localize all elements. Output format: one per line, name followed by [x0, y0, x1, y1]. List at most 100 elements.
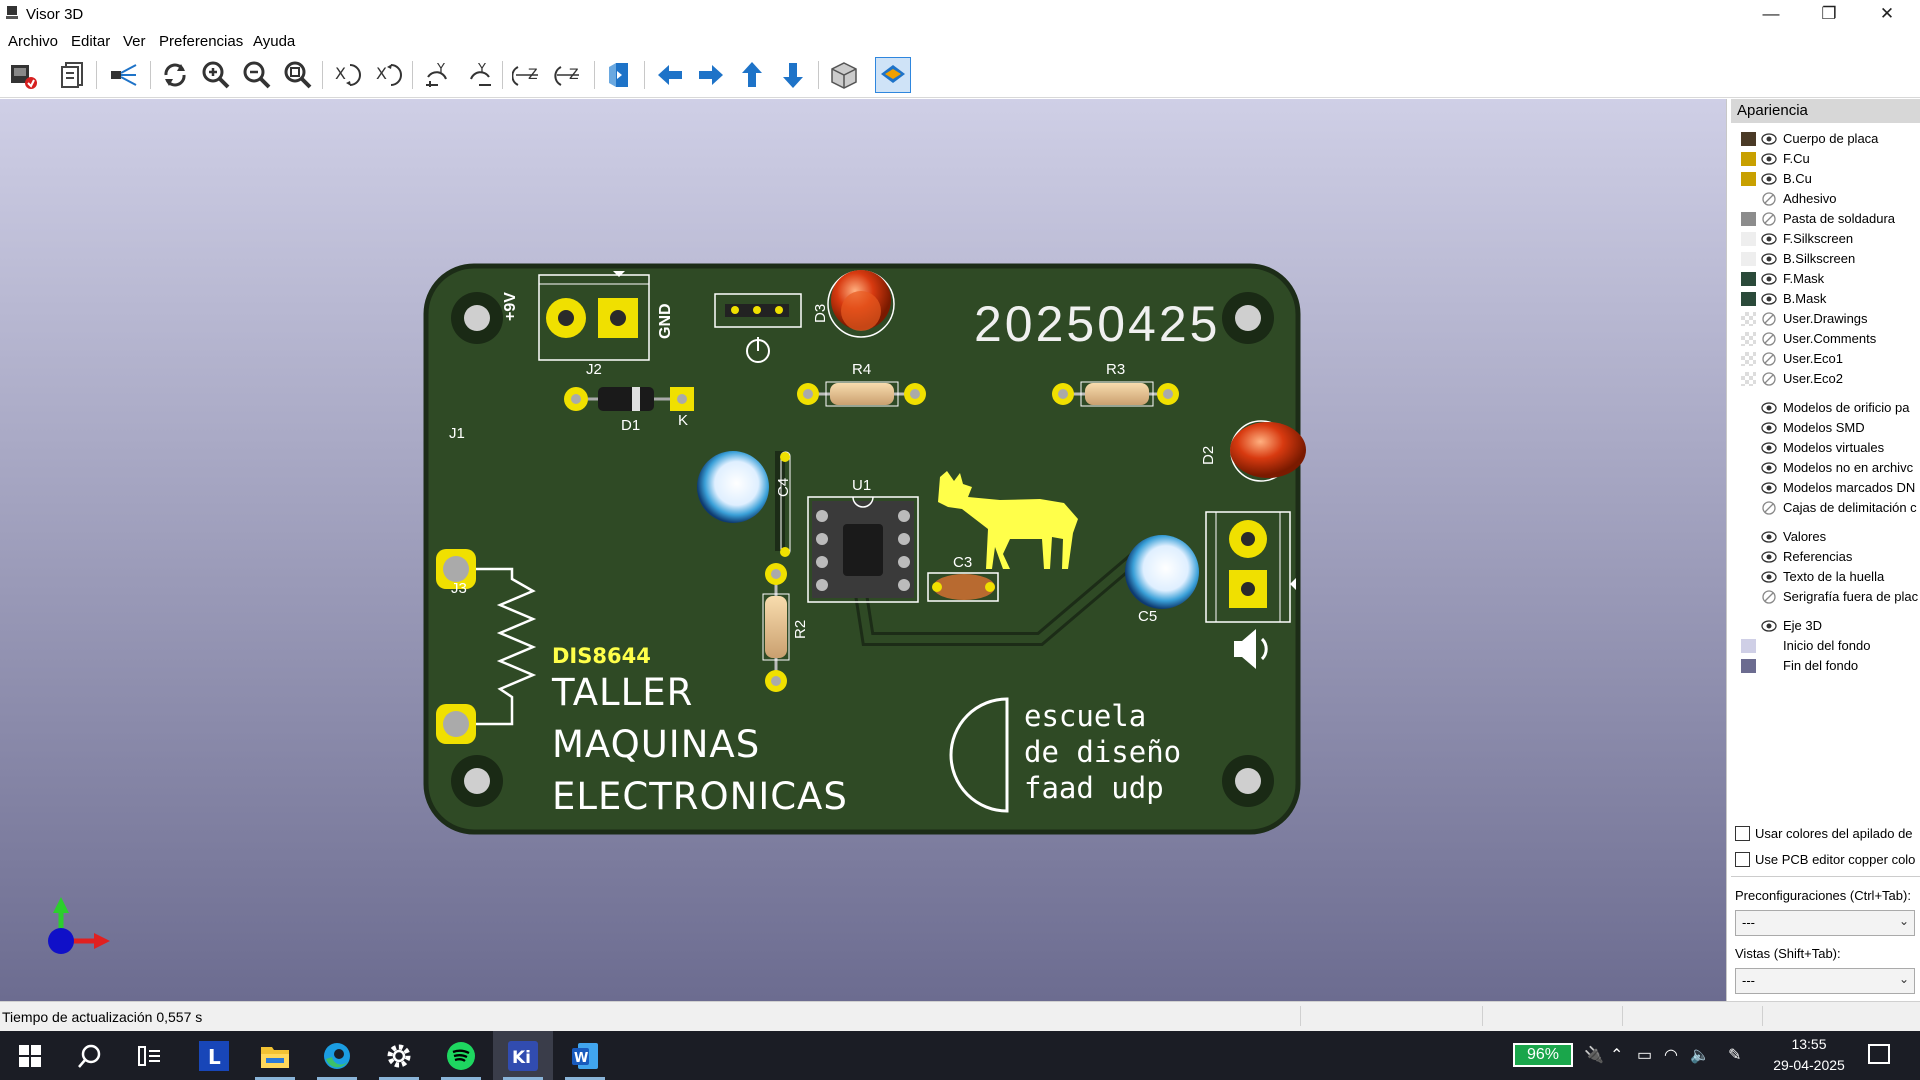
color-swatch[interactable]: [1741, 252, 1756, 266]
color-swatch[interactable]: [1741, 332, 1756, 346]
pen-icon[interactable]: ✎: [1728, 1045, 1741, 1065]
layer-row[interactable]: Fin del fondo: [1727, 656, 1920, 676]
color-swatch[interactable]: [1741, 152, 1756, 166]
menu-ayuda[interactable]: Ayuda: [253, 33, 295, 50]
eye-hidden-icon[interactable]: [1761, 590, 1777, 604]
copy-image-icon[interactable]: [55, 57, 91, 93]
color-swatch[interactable]: [1741, 132, 1756, 146]
eye-icon[interactable]: [1761, 550, 1777, 564]
eye-icon[interactable]: [1761, 252, 1777, 266]
chevron-up-icon[interactable]: ⌃: [1610, 1045, 1623, 1065]
layer-row[interactable]: B.Silkscreen: [1727, 249, 1920, 269]
layer-row[interactable]: User.Drawings: [1727, 309, 1920, 329]
rotate-x-ccw-icon[interactable]: X: [371, 57, 407, 93]
word-icon[interactable]: W: [555, 1031, 615, 1080]
arrow-up-icon[interactable]: [734, 57, 770, 93]
rotate-z-ccw-icon[interactable]: Z: [551, 57, 587, 93]
layer-row[interactable]: Modelos SMD: [1727, 418, 1920, 438]
file-explorer-icon[interactable]: [245, 1031, 305, 1080]
layer-row[interactable]: F.Mask: [1727, 269, 1920, 289]
eye-icon[interactable]: [1761, 421, 1777, 435]
camera-icon[interactable]: [106, 57, 142, 93]
rotate-z-cw-icon[interactable]: Z: [510, 57, 546, 93]
battery-icon[interactable]: ▭: [1637, 1045, 1652, 1065]
color-swatch[interactable]: [1741, 372, 1756, 386]
layer-row[interactable]: Texto de la huella: [1727, 567, 1920, 587]
rotate-y-ccw-icon[interactable]: Y: [461, 57, 497, 93]
eye-icon[interactable]: [1761, 481, 1777, 495]
zoom-fit-icon[interactable]: [280, 57, 316, 93]
arrow-left-icon[interactable]: [652, 57, 688, 93]
color-swatch[interactable]: [1741, 352, 1756, 366]
eye-hidden-icon[interactable]: [1761, 352, 1777, 366]
layer-row[interactable]: F.Cu: [1727, 149, 1920, 169]
reload-icon[interactable]: [157, 57, 193, 93]
eye-icon[interactable]: [1761, 570, 1777, 584]
menu-editar[interactable]: Editar: [71, 33, 110, 50]
layer-row[interactable]: Modelos no en archivc: [1727, 458, 1920, 478]
eye-icon[interactable]: [1761, 292, 1777, 306]
layer-row[interactable]: Pasta de soldadura: [1727, 209, 1920, 229]
volume-icon[interactable]: 🔈: [1690, 1045, 1710, 1065]
rotate-x-cw-icon[interactable]: X: [330, 57, 366, 93]
layer-row[interactable]: Cuerpo de placa: [1727, 129, 1920, 149]
minimize-button[interactable]: —: [1742, 0, 1800, 28]
eye-hidden-icon[interactable]: [1761, 372, 1777, 386]
notifications-icon[interactable]: [1868, 1044, 1890, 1064]
color-swatch[interactable]: [1741, 212, 1756, 226]
eye-icon[interactable]: [1761, 232, 1777, 246]
wifi-icon[interactable]: ◠: [1664, 1045, 1678, 1065]
editor-copper-checkbox[interactable]: [1735, 852, 1750, 867]
color-swatch[interactable]: [1741, 232, 1756, 246]
layer-row[interactable]: Cajas de delimitación c: [1727, 498, 1920, 518]
eye-hidden-icon[interactable]: [1761, 212, 1777, 226]
color-swatch[interactable]: [1741, 312, 1756, 326]
layers-icon[interactable]: [875, 57, 911, 93]
layer-row[interactable]: Adhesivo: [1727, 189, 1920, 209]
arrow-right-icon[interactable]: [693, 57, 729, 93]
menu-preferencias[interactable]: Preferencias: [159, 33, 243, 50]
close-button[interactable]: ✕: [1858, 0, 1916, 28]
settings-icon[interactable]: [369, 1031, 429, 1080]
layer-row[interactable]: F.Silkscreen: [1727, 229, 1920, 249]
layer-row[interactable]: Modelos de orificio pa: [1727, 398, 1920, 418]
render-raytrace-icon[interactable]: [5, 57, 41, 93]
3d-viewport[interactable]: 20250425 +9V GND J2 D1 K D3 R4 R3 J1 J3 …: [0, 99, 1726, 1001]
layer-row[interactable]: B.Mask: [1727, 289, 1920, 309]
menu-archivo[interactable]: Archivo: [8, 33, 58, 50]
layer-row[interactable]: Modelos virtuales: [1727, 438, 1920, 458]
kicad-icon[interactable]: Ki: [493, 1031, 553, 1080]
layer-row[interactable]: B.Cu: [1727, 169, 1920, 189]
layer-row[interactable]: Modelos marcados DN: [1727, 478, 1920, 498]
views-select[interactable]: --- ⌄: [1735, 968, 1915, 994]
presets-select[interactable]: --- ⌄: [1735, 910, 1915, 936]
edge-icon[interactable]: [307, 1031, 367, 1080]
eye-icon[interactable]: [1761, 132, 1777, 146]
layer-row[interactable]: User.Eco2: [1727, 369, 1920, 389]
spotify-icon[interactable]: [431, 1031, 491, 1080]
eye-hidden-icon[interactable]: [1761, 332, 1777, 346]
eye-icon[interactable]: [1761, 530, 1777, 544]
color-swatch[interactable]: [1741, 659, 1756, 673]
layer-row[interactable]: Eje 3D: [1727, 616, 1920, 636]
restore-button[interactable]: ❐: [1800, 0, 1858, 28]
start-icon[interactable]: [0, 1031, 60, 1080]
eye-hidden-icon[interactable]: [1761, 501, 1777, 515]
eye-icon[interactable]: [1761, 401, 1777, 415]
zoom-out-icon[interactable]: [239, 57, 275, 93]
menu-ver[interactable]: Ver: [123, 33, 146, 50]
zoom-in-icon[interactable]: [198, 57, 234, 93]
stackup-colors-checkbox[interactable]: [1735, 826, 1750, 841]
arrow-down-icon[interactable]: [775, 57, 811, 93]
layer-row[interactable]: Serigrafía fuera de plac: [1727, 587, 1920, 607]
color-swatch[interactable]: [1741, 172, 1756, 186]
eye-icon[interactable]: [1761, 619, 1777, 633]
search-icon[interactable]: [60, 1031, 120, 1080]
layer-row[interactable]: Inicio del fondo: [1727, 636, 1920, 656]
eye-hidden-icon[interactable]: [1761, 312, 1777, 326]
ortho-view-icon[interactable]: [826, 57, 862, 93]
flip-board-icon[interactable]: [602, 57, 638, 93]
eye-icon[interactable]: [1761, 461, 1777, 475]
eye-icon[interactable]: [1761, 272, 1777, 286]
layer-row[interactable]: User.Eco1: [1727, 349, 1920, 369]
